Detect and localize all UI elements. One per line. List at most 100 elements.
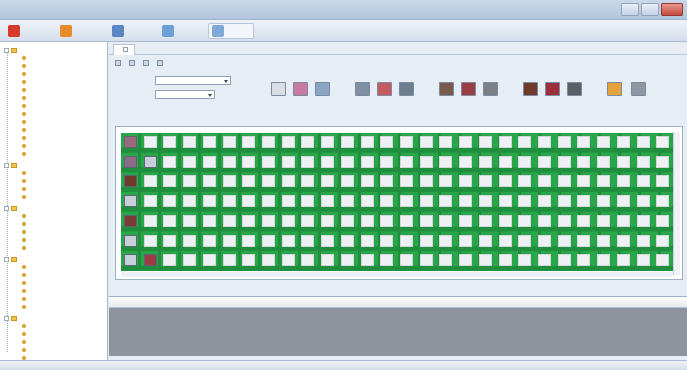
grid-cell[interactable] <box>478 234 492 247</box>
tree-item[interactable] <box>22 271 28 279</box>
view-refresh-icon[interactable] <box>157 60 163 66</box>
grid-cell[interactable] <box>380 195 394 208</box>
grid-cell[interactable] <box>242 254 256 267</box>
tree-item[interactable] <box>22 220 28 228</box>
icon-tool-button-11[interactable] <box>564 82 586 110</box>
grid-cell[interactable] <box>202 254 216 267</box>
grid-cell[interactable] <box>202 155 216 168</box>
grid-cell[interactable] <box>538 155 551 168</box>
grid-cell[interactable] <box>163 234 177 247</box>
tree-item[interactable] <box>22 177 28 185</box>
grid-cell[interactable] <box>321 214 335 227</box>
tree-item[interactable] <box>22 94 28 102</box>
grid-cell[interactable] <box>281 254 295 267</box>
grid-cell[interactable] <box>301 234 315 247</box>
grid-cell[interactable] <box>242 136 256 148</box>
grid-cell[interactable] <box>597 214 611 227</box>
grid-cell[interactable] <box>577 234 591 247</box>
grid-cell[interactable] <box>518 155 532 168</box>
tree-item[interactable] <box>22 142 28 150</box>
grid-cell[interactable] <box>360 195 374 208</box>
grid-cell[interactable] <box>419 195 433 208</box>
tree-group-0[interactable] <box>4 46 19 54</box>
grid-cell[interactable] <box>242 214 256 227</box>
icon-tool-button-6[interactable] <box>436 82 458 110</box>
grid-cell[interactable] <box>498 195 512 208</box>
grid-cell[interactable] <box>557 155 571 168</box>
grid-cell[interactable] <box>419 155 433 168</box>
grid-cell[interactable] <box>498 254 512 267</box>
grid-cell[interactable] <box>577 175 591 188</box>
grid-cell[interactable] <box>656 136 670 148</box>
grid-cell[interactable] <box>321 155 335 168</box>
grid-cell[interactable] <box>557 234 571 247</box>
screen-thumb-icon[interactable] <box>124 234 137 247</box>
tree-expand-icon[interactable] <box>4 162 9 168</box>
grid-cell[interactable] <box>400 254 413 267</box>
grid-cell[interactable] <box>616 155 630 168</box>
toolbar-button-3[interactable] <box>158 23 204 39</box>
grid-cell[interactable] <box>597 254 611 267</box>
grid-cell[interactable] <box>281 136 295 148</box>
grid-cell[interactable] <box>202 214 216 227</box>
icon-tool-button-5[interactable] <box>396 82 418 110</box>
grid-cell[interactable] <box>321 254 335 267</box>
grid-cell[interactable] <box>636 214 650 227</box>
grid-cell[interactable] <box>202 175 216 188</box>
grid-cell[interactable] <box>616 195 630 208</box>
grid-cell[interactable] <box>183 136 197 148</box>
toolbar-button-1[interactable] <box>56 23 104 39</box>
screen-thumb-icon[interactable] <box>143 155 157 168</box>
grid-cell[interactable] <box>163 155 177 168</box>
toolbar-button-0[interactable] <box>4 23 52 39</box>
grid-cell[interactable] <box>281 175 295 188</box>
grid-cell[interactable] <box>597 175 611 188</box>
icon-tool-button-0[interactable] <box>268 82 290 110</box>
tree-item[interactable] <box>22 150 28 158</box>
grid-cell[interactable] <box>518 136 532 148</box>
tree-item[interactable] <box>22 86 28 94</box>
grid-cell[interactable] <box>380 155 394 168</box>
minimize-button[interactable] <box>621 3 639 16</box>
monitor-thumb-icon[interactable] <box>124 136 137 148</box>
grid-cell[interactable] <box>281 195 295 208</box>
tree-item[interactable] <box>22 110 28 118</box>
grid-cell[interactable] <box>616 214 630 227</box>
tree-item[interactable] <box>22 263 28 271</box>
tree-group-4[interactable] <box>4 314 19 322</box>
icon-tool-button-4[interactable] <box>374 82 396 110</box>
grid-cell[interactable] <box>262 175 275 188</box>
grid-cell[interactable] <box>143 214 157 227</box>
tree-item[interactable] <box>22 346 28 354</box>
grid-cell[interactable] <box>202 136 216 148</box>
grid-cell[interactable] <box>636 155 650 168</box>
grid-cell[interactable] <box>439 214 453 227</box>
grid-cell[interactable] <box>242 175 256 188</box>
tree-item[interactable] <box>22 338 28 346</box>
grid-cell[interactable] <box>262 234 275 247</box>
grid-cell[interactable] <box>163 254 177 267</box>
grid-cell[interactable] <box>183 175 197 188</box>
grid-cell[interactable] <box>340 254 354 267</box>
grid-cell[interactable] <box>557 254 571 267</box>
tree-item[interactable] <box>22 330 28 338</box>
tab-close-icon[interactable] <box>123 47 128 52</box>
grid-cell[interactable] <box>163 136 177 148</box>
grid-cell[interactable] <box>636 234 650 247</box>
grid-cell[interactable] <box>222 155 236 168</box>
grid-cell[interactable] <box>340 175 354 188</box>
maximize-button[interactable] <box>641 3 659 16</box>
grid-cell[interactable] <box>557 136 571 148</box>
toolbar-button-4[interactable] <box>208 23 254 39</box>
grid-cell[interactable] <box>419 214 433 227</box>
event-list-body[interactable] <box>109 308 687 356</box>
view-grid-icon[interactable] <box>129 60 135 66</box>
grid-cell[interactable] <box>301 214 315 227</box>
grid-cell[interactable] <box>380 254 394 267</box>
grid-cell[interactable] <box>538 234 551 247</box>
grid-cell[interactable] <box>498 214 512 227</box>
grid-cell[interactable] <box>478 254 492 267</box>
grid-cell[interactable] <box>577 195 591 208</box>
tree-item[interactable] <box>22 236 28 244</box>
grid-cell[interactable] <box>360 234 374 247</box>
